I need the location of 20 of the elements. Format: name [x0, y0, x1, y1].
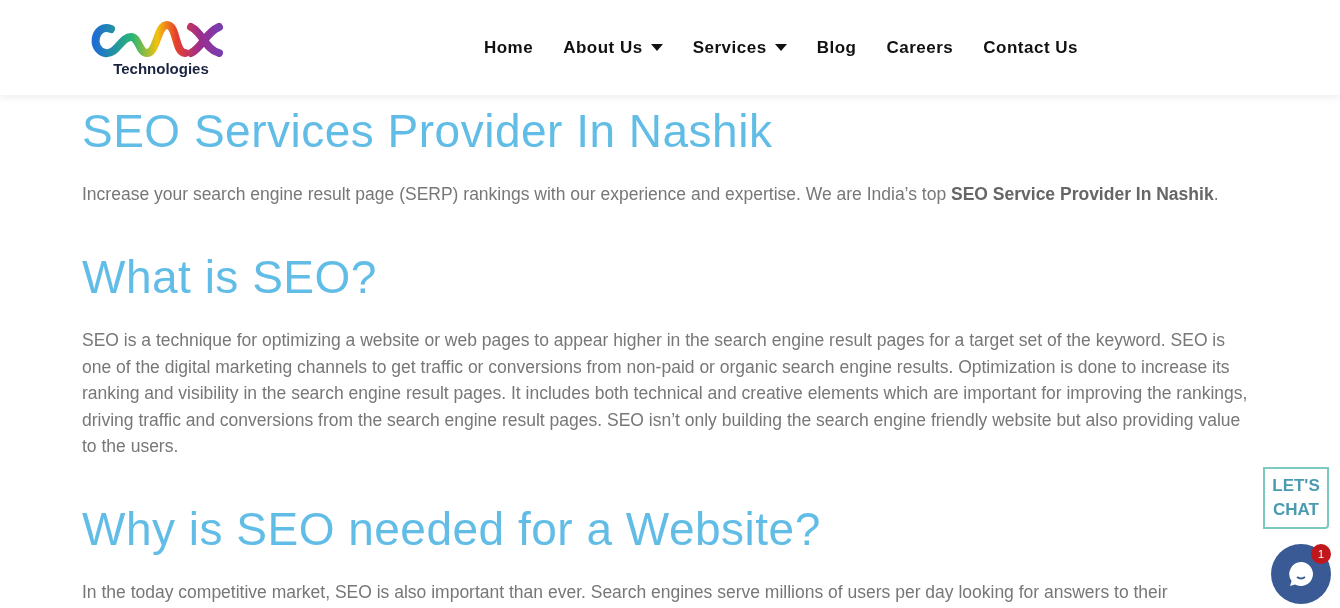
nav-link[interactable]: Contact Us: [983, 34, 1078, 61]
chat-bubble-icon: [1287, 560, 1315, 588]
section-heading: SEO Services Provider In Nashik: [82, 104, 774, 159]
sign-text: LET'S: [1272, 475, 1320, 497]
notification-badge: 1: [1311, 544, 1331, 564]
nav-link[interactable]: About Us: [563, 34, 663, 61]
section-paragraph: SEO is a technique for optimizing a website or web pages to appear higher in the search engine result pages for a target set of the keyword. SEO is one of the digital marketing channels to get traffic or conversions from non-paid or organic search engine results. Optimization is done to increase its ranking and visibility in the search engine result pages. It includes both technical and creative elements which are important for improving the rankings, driving traffic and conversions from the search engine result pages. SEO isn’t only building the search engine friendly website but also providing value to the users.: [82, 329, 1249, 459]
logo-text: Technologies: [113, 61, 209, 76]
caret-icon: [774, 44, 787, 51]
section-paragraph: In the today competitive market, SEO is also important than ever. Search engines serve millions of users per day looking for answers to their: [82, 581, 1169, 605]
nav-link[interactable]: Blog: [816, 34, 857, 61]
nav-link[interactable]: Careers: [886, 34, 954, 61]
sign-text: CHAT: [1273, 499, 1319, 521]
chat-button[interactable]: [1271, 544, 1331, 604]
section-heading: Why is SEO needed for a Website?: [82, 502, 822, 558]
nav-link[interactable]: Services: [692, 34, 787, 61]
nav-link[interactable]: Home: [483, 34, 534, 61]
caret-icon: [650, 44, 663, 51]
section-paragraph: Increase your search engine result page (SERP) rankings with our experience and expertise. We are India’s top SEO Service Provider In Nashik.: [82, 183, 1220, 206]
section-heading: What is SEO?: [82, 250, 378, 306]
